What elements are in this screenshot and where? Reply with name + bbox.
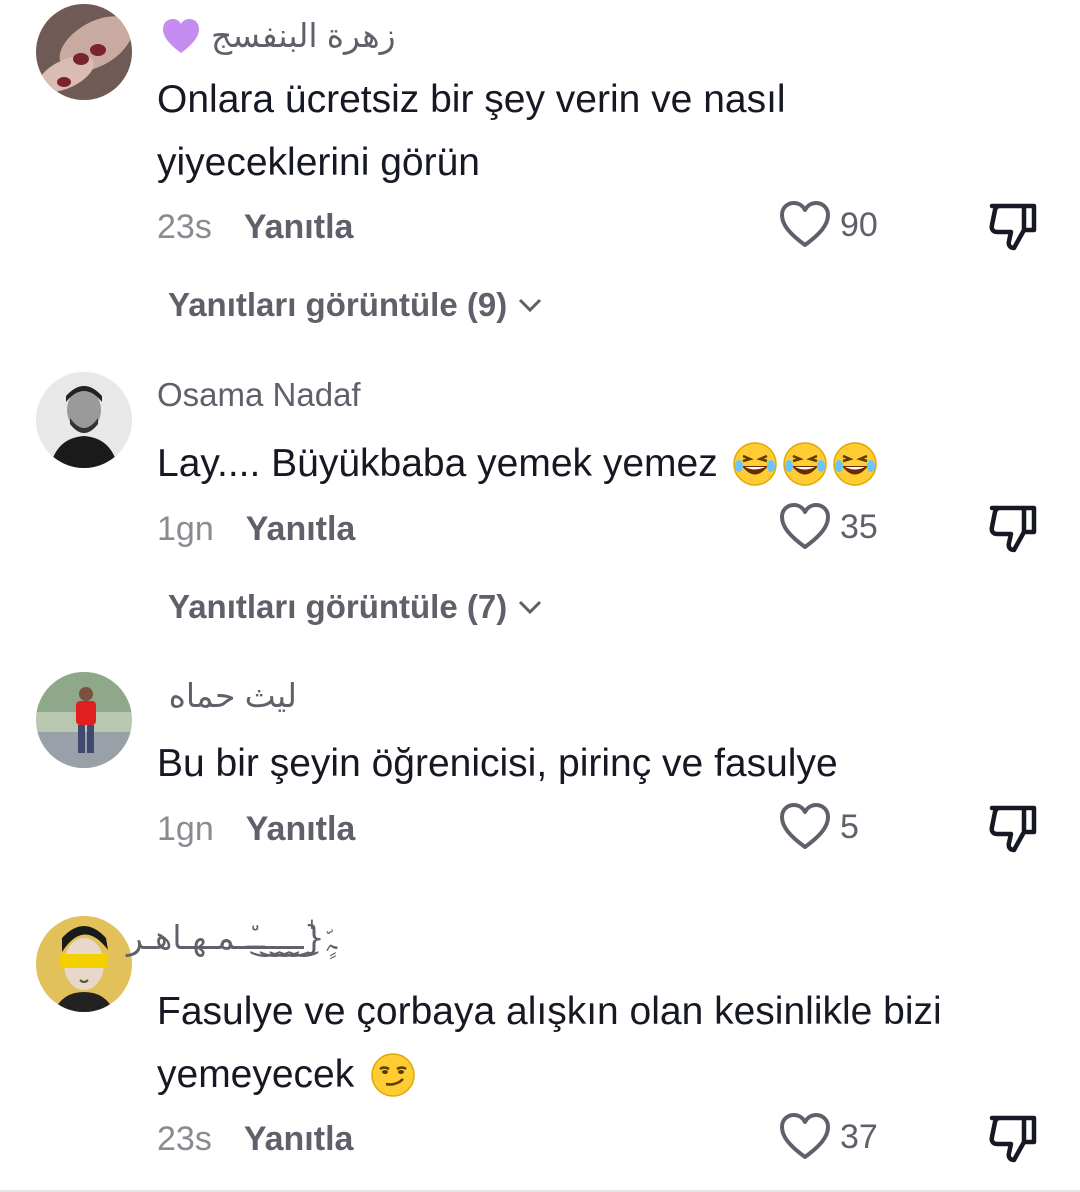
avatar[interactable] (36, 672, 132, 768)
avatar[interactable] (36, 916, 132, 1012)
thumbs-down-icon (989, 203, 1037, 251)
view-replies-label: Yanıtları görüntüle (7) (168, 588, 508, 625)
reply-button[interactable]: Yanıtla (244, 208, 354, 247)
like-button[interactable]: 37 (778, 1112, 878, 1162)
like-count: 35 (840, 507, 878, 546)
username[interactable]: ليث حماه (157, 676, 297, 715)
like-button[interactable]: 5 (778, 802, 859, 852)
comment-text: Onlara ücretsiz bir şey verin ve nasıl y… (157, 68, 1057, 194)
heart-outline-icon (780, 503, 830, 549)
comment-text: Fasulye ve çorbaya alışkın olan kesinlik… (157, 980, 1057, 1106)
heart-outline-icon (780, 1113, 830, 1159)
avatar[interactable] (36, 372, 132, 468)
avatar[interactable] (36, 4, 132, 100)
like-count: 90 (840, 205, 878, 244)
laughing-emoji-icon (832, 441, 877, 486)
comment-text: Lay.... Büyükbaba yemek yemez (157, 432, 1057, 495)
like-count: 5 (840, 807, 859, 846)
comment-time: 1gn (157, 810, 214, 848)
comment-text-line: yiyeceklerini görün (157, 141, 480, 184)
comment-time: 1gn (157, 510, 214, 548)
laughing-emoji-icon (732, 441, 777, 486)
username[interactable]: ﮧٍّ{ٰ͜ـ͜ـ͜ـ͜ـ͜ـ٘ـمـهـاهـر (127, 918, 337, 958)
reply-button[interactable]: Yanıtla (246, 810, 356, 849)
comment-text-line: Fasulye ve çorbaya alışkın olan kesinlik… (157, 990, 942, 1033)
laughing-emoji-icon (782, 441, 827, 486)
like-count: 37 (840, 1117, 878, 1156)
comments-list: زهرة البنفسج Onlara ücretsiz bir şey ver… (0, 0, 1080, 1192)
comment-text-line: Bu bir şeyin öğrenicisi, pirinç ve fasul… (157, 742, 838, 785)
chevron-down-icon (519, 298, 542, 313)
reply-button[interactable]: Yanıtla (246, 510, 356, 549)
comment-text-line: Lay.... Büyükbaba yemek yemez (157, 442, 718, 485)
chevron-down-icon (519, 600, 542, 615)
username[interactable]: زهرة البنفسج (211, 16, 396, 55)
like-button[interactable]: 35 (778, 502, 878, 552)
reply-button[interactable]: Yanıtla (244, 1120, 354, 1159)
dislike-button[interactable] (986, 800, 1040, 854)
dislike-button[interactable] (986, 1110, 1040, 1164)
view-replies-button[interactable]: Yanıtları görüntüle (9) (168, 286, 543, 324)
username[interactable]: Osama Nadaf (157, 376, 361, 414)
view-replies-label: Yanıtları görüntüle (9) (168, 286, 508, 323)
comment-text: Bu bir şeyin öğrenicisi, pirinç ve fasul… (157, 732, 1057, 795)
comment-time: 23s (157, 1120, 212, 1158)
comment-text-line: Onlara ücretsiz bir şey verin ve nasıl (157, 78, 786, 121)
like-button[interactable]: 90 (778, 200, 878, 250)
thumbs-down-icon (989, 805, 1037, 853)
heart-outline-icon (780, 803, 830, 849)
smirking-face-icon (371, 1052, 415, 1097)
thumbs-down-icon (989, 1115, 1037, 1163)
dislike-button[interactable] (986, 198, 1040, 252)
comment-time: 23s (157, 208, 212, 246)
purple-heart-icon (161, 17, 201, 55)
dislike-button[interactable] (986, 500, 1040, 554)
comment-text-line: yemeyecek (157, 1053, 355, 1096)
heart-outline-icon (780, 201, 830, 247)
view-replies-button[interactable]: Yanıtları görüntüle (7) (168, 588, 543, 626)
thumbs-down-icon (989, 505, 1037, 553)
